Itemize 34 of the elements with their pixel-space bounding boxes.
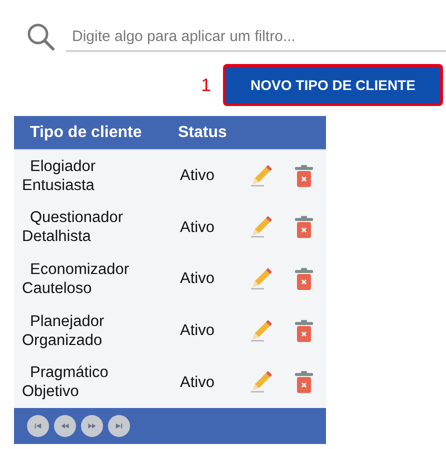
table-cell-text: Ativo	[179, 320, 216, 341]
table-cell-text: Pragmático Objetivo	[21, 363, 110, 402]
first-page-button[interactable]	[27, 414, 49, 437]
pencil-icon[interactable]	[249, 164, 273, 188]
step-number: 1	[200, 74, 211, 96]
table-cell-text: Elogiador Entusiasta	[21, 156, 96, 195]
pencil-icon[interactable]	[249, 318, 273, 343]
trash-icon[interactable]	[295, 268, 313, 290]
prev-page-button[interactable]	[54, 414, 76, 437]
next-page-button[interactable]	[81, 414, 103, 437]
column-header: Status	[177, 122, 227, 142]
skip-back-icon	[33, 420, 43, 431]
last-page-button[interactable]	[108, 414, 130, 437]
trash-icon[interactable]	[295, 216, 313, 238]
pencil-icon[interactable]	[249, 266, 273, 291]
column-header: Tipo de cliente	[29, 122, 143, 142]
table-cell-text: Ativo	[179, 218, 216, 238]
table-cell-text: Economizador Cauteloso	[21, 260, 130, 298]
pencil-icon[interactable]	[249, 370, 273, 394]
search-field[interactable]: Digite algo para aplicar um filtro...	[66, 22, 446, 52]
table-cell-text: Ativo	[179, 166, 216, 186]
table-cell-text: Ativo	[179, 269, 216, 290]
table-cell-text: Questionador Detalhista	[21, 208, 124, 246]
skip-forward-icon	[114, 420, 124, 431]
trash-icon[interactable]	[295, 371, 313, 394]
pencil-icon[interactable]	[249, 215, 273, 240]
trash-icon[interactable]	[295, 164, 313, 187]
trash-icon[interactable]	[295, 320, 313, 342]
new-client-type-button[interactable]: NOVO TIPO DE CLIENTE	[223, 64, 443, 106]
search-icon	[26, 22, 56, 52]
fast-forward-icon	[87, 420, 97, 431]
table-cell-text: Ativo	[179, 372, 216, 393]
table-cell-text: Planejador Organizado	[21, 312, 106, 350]
rewind-icon	[60, 420, 70, 431]
